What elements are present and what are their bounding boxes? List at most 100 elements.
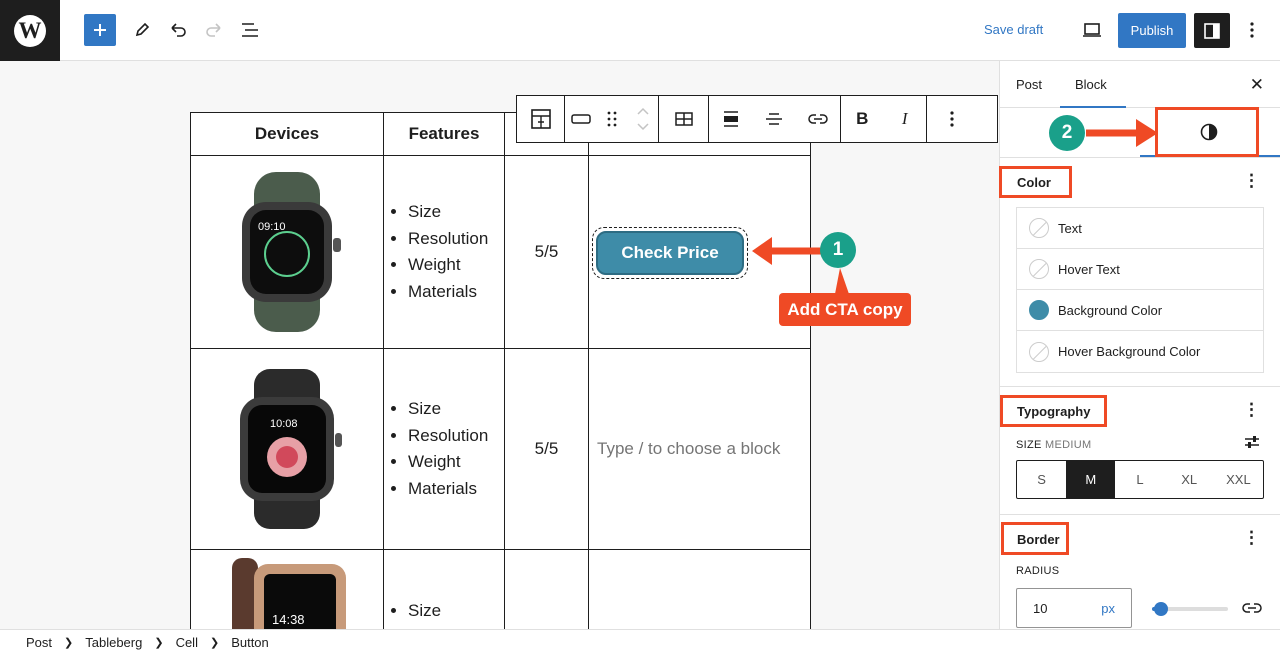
- step-badge-2: 2: [1049, 115, 1085, 151]
- features-cell[interactable]: Size Resolution Weight Materials: [383, 348, 505, 550]
- undo-button[interactable]: [166, 18, 190, 42]
- device-image-cell[interactable]: 14:38: [190, 549, 384, 629]
- button-block-icon: [570, 114, 591, 124]
- check-price-button[interactable]: Check Price: [596, 231, 744, 275]
- rating-cell[interactable]: 5/5: [504, 155, 589, 349]
- color-option-hover-background[interactable]: Hover Background Color: [1017, 331, 1263, 372]
- highlight-border-panel: [1001, 522, 1069, 555]
- document-overview-button[interactable]: [238, 18, 262, 42]
- breadcrumb-item[interactable]: Cell: [176, 635, 198, 650]
- sidebar-icon: [1204, 22, 1220, 39]
- block-mover-group: [565, 96, 659, 142]
- size-option-xxl[interactable]: XXL: [1214, 461, 1263, 498]
- wordpress-logo-button[interactable]: W: [0, 0, 60, 61]
- selected-button-block[interactable]: Check Price: [592, 227, 748, 279]
- features-cell[interactable]: Size Resolution Weight Materials: [383, 155, 505, 349]
- custom-size-button[interactable]: [1244, 435, 1260, 449]
- color-option-hover-text[interactable]: Hover Text: [1017, 249, 1263, 290]
- breadcrumb-item[interactable]: Tableberg: [85, 635, 142, 650]
- size-value-text: MEDIUM: [1045, 439, 1092, 451]
- settings-toggle-button[interactable]: [1194, 13, 1230, 48]
- annotation-label: Add CTA copy: [779, 293, 911, 326]
- options-menu-button[interactable]: [1242, 18, 1262, 42]
- tools-button[interactable]: [130, 18, 154, 42]
- empty-block-cell[interactable]: [588, 549, 811, 629]
- rating-cell[interactable]: [504, 549, 589, 629]
- size-option-m[interactable]: M: [1066, 461, 1116, 498]
- table-icon: [674, 112, 693, 126]
- size-option-l[interactable]: L: [1115, 461, 1164, 498]
- editor-canvas: Devices Features Ratings 09:10: [0, 61, 999, 629]
- font-size-label: SIZE MEDIUM: [1016, 439, 1091, 451]
- panel-options-button[interactable]: ⋮: [1243, 172, 1260, 189]
- breadcrumb-item[interactable]: Post: [26, 635, 52, 650]
- table-layout-button[interactable]: [659, 96, 709, 142]
- size-option-xl[interactable]: XL: [1165, 461, 1214, 498]
- panel-options-button[interactable]: ⋮: [1243, 529, 1260, 546]
- annotation-arrow-right: [1086, 119, 1158, 147]
- list-item: Resolution: [408, 423, 504, 450]
- table-row: 10:08 Size Resolution Weight Materials 5…: [190, 348, 811, 550]
- radius-input[interactable]: 10 px: [1016, 588, 1132, 628]
- radius-label: RADIUS: [1016, 565, 1060, 577]
- device-image-cell[interactable]: 09:10: [190, 155, 384, 349]
- parent-block-selector[interactable]: [517, 96, 565, 142]
- bold-icon: B: [856, 109, 869, 128]
- tab-post[interactable]: Post: [1016, 77, 1042, 92]
- color-option-background[interactable]: Background Color: [1017, 290, 1263, 331]
- align-button[interactable]: [716, 104, 746, 134]
- color-option-label: Background Color: [1058, 302, 1163, 318]
- vertical-align-button[interactable]: [759, 104, 789, 134]
- radius-slider-thumb[interactable]: [1153, 602, 1168, 616]
- tab-block[interactable]: Block: [1075, 77, 1107, 92]
- list-item: Weight: [408, 449, 504, 476]
- header-cell[interactable]: Features: [383, 112, 505, 156]
- block-placeholder[interactable]: Type / to choose a block: [589, 439, 810, 459]
- block-options-button[interactable]: [927, 96, 977, 142]
- chevron-right-icon: ❯: [154, 636, 164, 649]
- feature-list: Size: [384, 598, 504, 625]
- color-options-list: Text Hover Text Background Color Hover B…: [1016, 207, 1264, 373]
- empty-block-cell[interactable]: Type / to choose a block: [588, 348, 811, 550]
- feature-list: Size Resolution Weight Materials: [384, 199, 504, 305]
- publish-button[interactable]: Publish: [1118, 13, 1186, 48]
- block-type-button[interactable]: [566, 104, 596, 134]
- annotation-pointer: [835, 268, 849, 294]
- undo-icon: [171, 23, 186, 37]
- highlight-styles-tab: [1155, 107, 1259, 157]
- move-up-down-buttons[interactable]: [628, 104, 658, 134]
- link-button[interactable]: [803, 104, 833, 134]
- block-inserter-button[interactable]: [84, 14, 116, 46]
- color-option-text[interactable]: Text: [1017, 208, 1263, 249]
- size-option-s[interactable]: S: [1017, 461, 1066, 498]
- highlight-typography-panel: [1000, 395, 1107, 427]
- comparison-table[interactable]: Devices Features Ratings 09:10: [190, 112, 811, 629]
- italic-button[interactable]: I: [890, 104, 920, 134]
- bold-button[interactable]: B: [847, 104, 877, 134]
- close-icon: ✕: [1249, 75, 1264, 94]
- link-icon: [1242, 603, 1262, 613]
- header-cell[interactable]: Devices: [190, 112, 384, 156]
- unlink-radius-button[interactable]: [1242, 602, 1262, 614]
- drag-handle[interactable]: [597, 104, 627, 134]
- device-image-cell[interactable]: 10:08: [190, 348, 384, 550]
- preview-button[interactable]: [1080, 18, 1104, 42]
- chevron-right-icon: ❯: [209, 636, 220, 649]
- radius-unit-select[interactable]: px: [1101, 601, 1115, 616]
- empty-swatch-icon: [1029, 341, 1049, 362]
- list-view-icon: [242, 23, 258, 37]
- features-cell[interactable]: Size: [383, 549, 505, 629]
- rating-cell[interactable]: 5/5: [504, 348, 589, 550]
- panel-options-button[interactable]: ⋮: [1243, 401, 1260, 418]
- annotation-arrow-left: [752, 237, 822, 265]
- svg-text:10:08: 10:08: [270, 418, 298, 430]
- color-option-label: Hover Text: [1058, 261, 1120, 277]
- sidebar-tabs: Post Block ✕: [1000, 61, 1280, 108]
- breadcrumb-item[interactable]: Button: [231, 635, 269, 650]
- close-sidebar-button[interactable]: ✕: [1250, 75, 1264, 95]
- redo-button[interactable]: [202, 18, 226, 42]
- chevron-up-down-icon: [636, 107, 649, 131]
- alignment-group: [709, 96, 841, 142]
- save-draft-button[interactable]: Save draft: [984, 22, 1043, 37]
- feature-list: Size Resolution Weight Materials: [384, 396, 504, 502]
